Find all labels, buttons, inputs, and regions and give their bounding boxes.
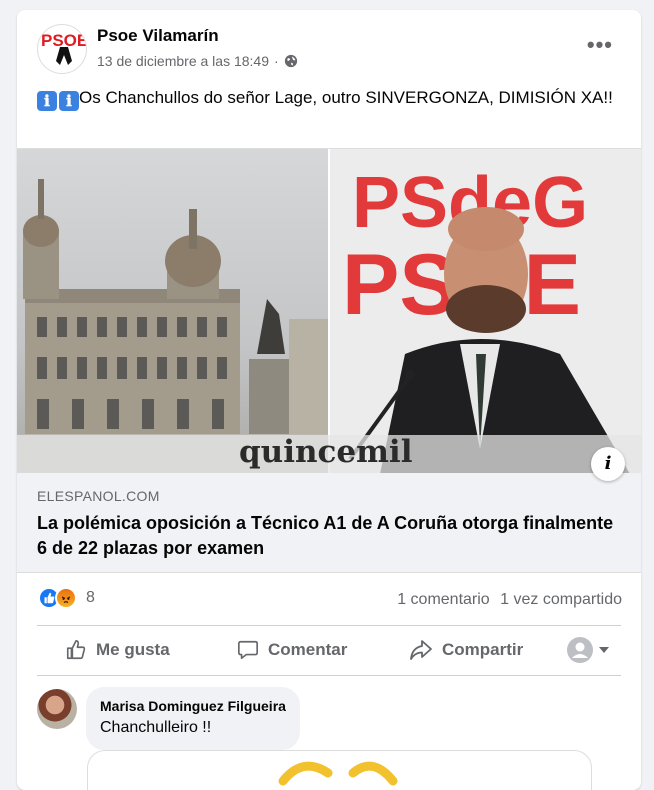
post-text-body: Os Chanchullos do señor Lage, outro SINV… (79, 88, 613, 107)
page-avatar[interactable]: PSOE (37, 24, 87, 74)
info-emoji-icon: ℹ (59, 91, 79, 111)
post-author[interactable]: Psoe Vilamarín (97, 26, 219, 46)
engagement-stats: 1 comentario 1 vez compartido (391, 591, 622, 609)
more-options-icon[interactable]: ••• (587, 32, 613, 58)
info-icon[interactable]: i (591, 447, 625, 481)
action-bar: Me gusta Comentar Compartir (37, 628, 621, 672)
link-preview[interactable]: i ELESPANOL.COM La polémica oposición a … (17, 447, 641, 573)
post-stats: 8 1 comentario 1 vez compartido (17, 582, 641, 618)
comment-button[interactable]: Comentar (237, 639, 347, 661)
speaker-photo: PSdeG PSOE (330, 149, 641, 473)
link-domain: ELESPANOL.COM (37, 488, 160, 504)
caret-down-icon (599, 647, 609, 653)
reaction-count: 8 (86, 589, 95, 606)
comment-label: Comentar (268, 640, 348, 659)
comment-text: Chanchulleiro !! (100, 719, 212, 736)
meta-separator: · (274, 53, 279, 69)
share-label: Compartir (442, 640, 524, 659)
comment-attachment-preview[interactable] (87, 750, 592, 790)
shares-count[interactable]: 1 vez compartido (500, 591, 622, 608)
share-icon (410, 640, 432, 660)
globe-icon[interactable] (284, 54, 298, 68)
comment-bubble: Marisa Dominguez Filgueira Chanchulleiro… (86, 687, 300, 750)
post-header: PSOE Psoe Vilamarín 13 de diciembre a la… (17, 10, 641, 80)
info-emoji-icon: ℹ (37, 91, 57, 111)
link-image[interactable]: PSdeG PSOE quincemil (17, 148, 641, 473)
post-text: ℹ ℹ Os Chanchullos do señor Lage, outro SI… (37, 86, 627, 111)
link-headline[interactable]: La polémica oposición a Técnico A1 de A … (37, 511, 617, 561)
angry-reaction-icon (55, 587, 77, 609)
post-card: PSOE Psoe Vilamarín 13 de diciembre a la… (17, 10, 641, 790)
audience-selector[interactable] (567, 637, 609, 663)
divider (37, 625, 621, 626)
user-avatar-icon (567, 637, 593, 663)
commenter-avatar[interactable] (37, 689, 77, 729)
post-timestamp[interactable]: 13 de diciembre a las 18:49 (97, 53, 269, 69)
share-button[interactable]: Compartir (409, 639, 523, 661)
commenter-name[interactable]: Marisa Dominguez Filgueira (100, 698, 286, 714)
post-meta: 13 de diciembre a las 18:49 · (97, 53, 298, 69)
divider (37, 675, 621, 676)
like-button[interactable]: Me gusta (65, 639, 170, 661)
comment-icon (238, 640, 258, 660)
city-hall-photo (17, 149, 328, 473)
reactions-summary[interactable]: 8 (38, 587, 95, 609)
comments-count[interactable]: 1 comentario (397, 591, 490, 608)
thumbs-up-icon (66, 640, 86, 660)
image-brand-watermark: quincemil (239, 434, 413, 470)
like-label: Me gusta (96, 640, 170, 659)
